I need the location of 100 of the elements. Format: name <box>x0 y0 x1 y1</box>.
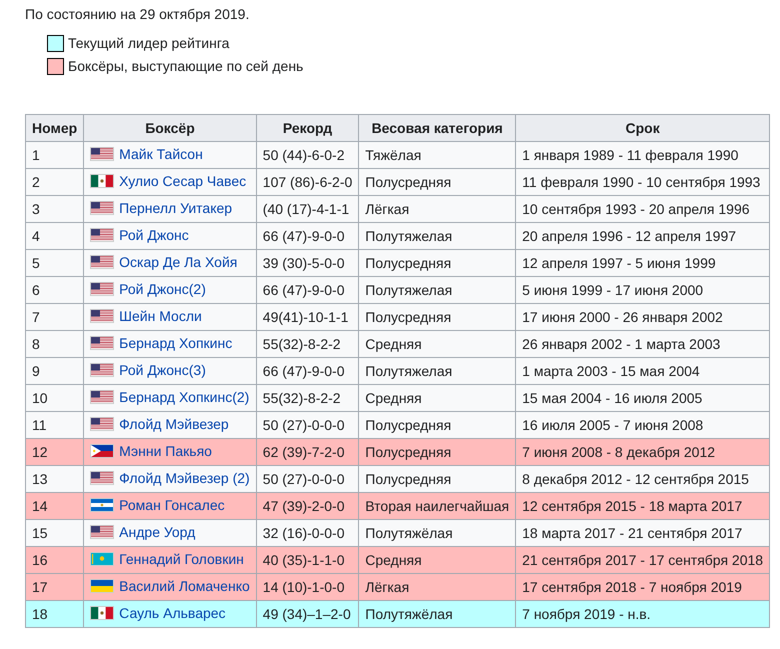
table-cell: 32 (16)-0-0-0 <box>256 520 359 546</box>
table-cell: 3 <box>26 196 84 222</box>
table-cell: 8 декабря 2012 - 12 сентября 2015 <box>516 466 770 492</box>
flag-icon <box>90 255 114 269</box>
table-cell: Полутяжёлая <box>358 600 516 628</box>
table-cell: 62 (39)-7-2-0 <box>256 438 359 466</box>
table-cell: Полутяжёлая <box>358 520 516 546</box>
table-cell: 21 сентября 2017 - 17 сентября 2018 <box>516 546 770 574</box>
boxer-link[interactable]: Роман Гонсалес <box>119 497 225 513</box>
table-cell: 1 <box>26 142 84 168</box>
flag-icon <box>90 525 114 539</box>
table-cell: 107 (86)-6-2-0 <box>256 168 359 196</box>
table-cell: 66 (47)-9-0-0 <box>256 276 359 304</box>
table-cell: 17 июня 2000 - 26 января 2002 <box>516 304 770 330</box>
table-cell: Вторая наилегчайшая <box>358 492 516 520</box>
table-cell: Полусредняя <box>358 466 516 492</box>
legend-label: Боксёры, выступающие по сей день <box>68 57 304 76</box>
flag-icon <box>90 309 114 323</box>
table-cell: 17 <box>26 574 84 600</box>
table-cell: 39 (30)-5-0-0 <box>256 250 359 276</box>
flag-icon <box>90 336 114 350</box>
boxer-link[interactable]: Василий Ломаченко <box>119 578 250 594</box>
table-cell: 7 ноября 2019 - н.в. <box>516 600 770 628</box>
column-header[interactable]: Весовая категория <box>358 114 516 142</box>
table-cell: 55(32)-8-2-2 <box>256 330 359 358</box>
boxer-link[interactable]: Оскар Де Ла Хойя <box>119 254 238 270</box>
boxer-link[interactable]: Рой Джонс(3) <box>119 362 206 378</box>
column-header[interactable]: Номер <box>26 114 84 142</box>
boxer-link[interactable]: Андре Уорд <box>119 524 196 540</box>
table-cell: Средняя <box>358 384 516 412</box>
boxer-link[interactable]: Майк Тайсон <box>119 146 203 162</box>
table-cell: Полутяжелая <box>358 276 516 304</box>
table-cell: 13 <box>26 466 84 492</box>
table-cell: Средняя <box>358 330 516 358</box>
flag-icon <box>90 147 114 161</box>
boxer-link[interactable]: Бернард Хопкинс <box>119 335 232 351</box>
flag-icon <box>90 606 114 620</box>
flag-icon <box>90 390 114 404</box>
table-cell: Средняя <box>358 546 516 574</box>
table-cell: Тяжёлая <box>358 142 516 168</box>
table-cell: 11 февраля 1990 - 10 сентября 1993 <box>516 168 770 196</box>
boxer-link[interactable]: Флойд Мэйвезер (2) <box>119 470 250 486</box>
table-cell: 15 мая 2004 - 16 июля 2005 <box>516 384 770 412</box>
column-header[interactable]: Боксёр <box>84 114 256 142</box>
boxer-link[interactable]: Бернард Хопкинс(2) <box>119 389 250 405</box>
column-header[interactable]: Срок <box>516 114 770 142</box>
table-cell: Полутяжелая <box>358 358 516 384</box>
flag-icon <box>90 174 114 188</box>
flag-icon <box>90 363 114 377</box>
table-cell: 16 <box>26 546 84 574</box>
table-cell: 5 <box>26 250 84 276</box>
table-cell: 14 (10)-1-0-0 <box>256 574 359 600</box>
flag-icon <box>90 444 114 458</box>
table-cell: Полусредняя <box>358 304 516 330</box>
table-cell: 12 сентября 2015 - 18 марта 2017 <box>516 492 770 520</box>
table-cell: 18 марта 2017 - 21 сентября 2017 <box>516 520 770 546</box>
table-cell: 12 апреля 1997 - 5 июня 1999 <box>516 250 770 276</box>
flag-icon <box>90 498 114 512</box>
table-cell: 9 <box>26 358 84 384</box>
table-cell: 14 <box>26 492 84 520</box>
boxer-link[interactable]: Пернелл Уитакер <box>119 200 232 216</box>
table-cell: 15 <box>26 520 84 546</box>
table-cell: 47 (39)-2-0-0 <box>256 492 359 520</box>
table-cell: 50 (44)-6-0-2 <box>256 142 359 168</box>
table-cell: 18 <box>26 600 84 628</box>
table-cell: 6 <box>26 276 84 304</box>
table-cell: Полусредняя <box>358 250 516 276</box>
flag-icon <box>90 417 114 431</box>
table-cell: 20 апреля 1996 - 12 апреля 1997 <box>516 222 770 250</box>
table-cell: Полусредняя <box>358 168 516 196</box>
boxer-link[interactable]: Рой Джонс(2) <box>119 281 206 297</box>
boxer-link[interactable]: Хулио Сесар Чавес <box>119 173 246 189</box>
table-cell: 66 (47)-9-0-0 <box>256 358 359 384</box>
flag-icon <box>90 579 114 593</box>
status-note: По состоянию на 29 октября 2019. <box>25 5 250 24</box>
boxer-link[interactable]: Шейн Мосли <box>119 308 202 324</box>
boxer-link[interactable]: Сауль Альварес <box>119 605 226 621</box>
table-cell: 10 сентября 1993 - 20 апреля 1996 <box>516 196 770 222</box>
boxer-link[interactable]: Геннадий Головкин <box>119 551 244 567</box>
table-cell: Лёгкая <box>358 196 516 222</box>
table-cell: 1 января 1989 - 11 февраля 1990 <box>516 142 770 168</box>
table-cell: 7 июня 2008 - 8 декабря 2012 <box>516 438 770 466</box>
table-cell: 7 <box>26 304 84 330</box>
boxer-link[interactable]: Флойд Мэйвезер <box>119 416 229 432</box>
table-cell: 50 (27)-0-0-0 <box>256 466 359 492</box>
table-cell: 4 <box>26 222 84 250</box>
boxer-link[interactable]: Рой Джонс <box>119 227 189 243</box>
table-cell: 5 июня 1999 - 17 июня 2000 <box>516 276 770 304</box>
table-cell: 11 <box>26 412 84 438</box>
table-cell: 16 июля 2005 - 7 июня 2008 <box>516 412 770 438</box>
table-cell: (40 (17)-4-1-1 <box>256 196 359 222</box>
table-cell: 49 (34)–1–2-0 <box>256 600 359 628</box>
table-cell: 10 <box>26 384 84 412</box>
table-cell: 66 (47)-9-0-0 <box>256 222 359 250</box>
table-cell: 49(41)-10-1-1 <box>256 304 359 330</box>
table-cell: 1 марта 2003 - 15 мая 2004 <box>516 358 770 384</box>
column-header[interactable]: Рекорд <box>256 114 359 142</box>
table-cell: 2 <box>26 168 84 196</box>
legend-label: Текущий лидер рейтинга <box>68 34 230 53</box>
boxer-link[interactable]: Мэнни Пакьяо <box>119 443 212 459</box>
